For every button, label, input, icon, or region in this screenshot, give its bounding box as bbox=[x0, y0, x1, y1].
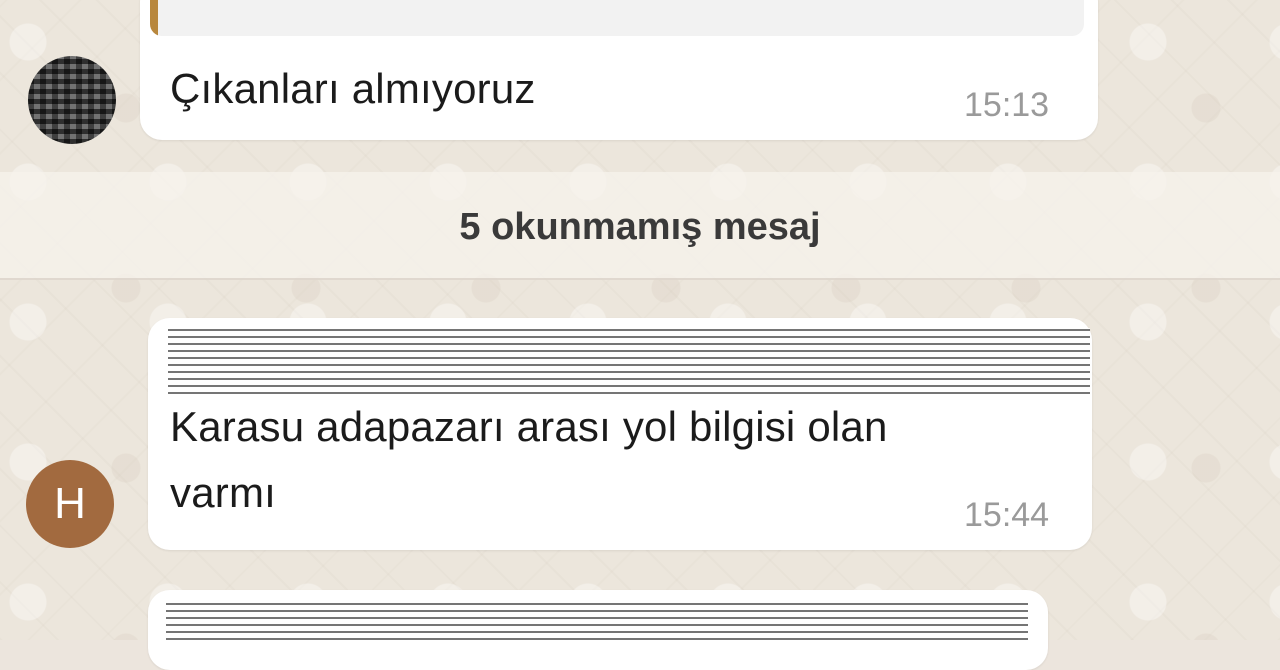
unread-messages-banner: 5 okunmamış mesaj bbox=[0, 172, 1280, 280]
avatar[interactable]: H bbox=[26, 460, 114, 548]
redacted-sender-name bbox=[166, 598, 1028, 640]
message-timestamp: 15:44 bbox=[964, 496, 1050, 534]
message-text-line: Karasu adapazarı arası yol bilgisi olan bbox=[170, 403, 888, 450]
avatar[interactable] bbox=[28, 56, 116, 144]
unread-messages-label: 5 okunmamış mesaj bbox=[459, 206, 821, 248]
message-text: Çıkanları almıyoruz bbox=[170, 65, 536, 112]
quoted-reply-preview[interactable] bbox=[150, 0, 1084, 36]
redacted-sender-name bbox=[168, 328, 1090, 394]
message-timestamp: 15:13 bbox=[964, 86, 1050, 124]
avatar-initial: H bbox=[54, 479, 86, 528]
reply-accent-bar bbox=[150, 0, 158, 36]
message-text-line: varmı bbox=[170, 469, 276, 516]
